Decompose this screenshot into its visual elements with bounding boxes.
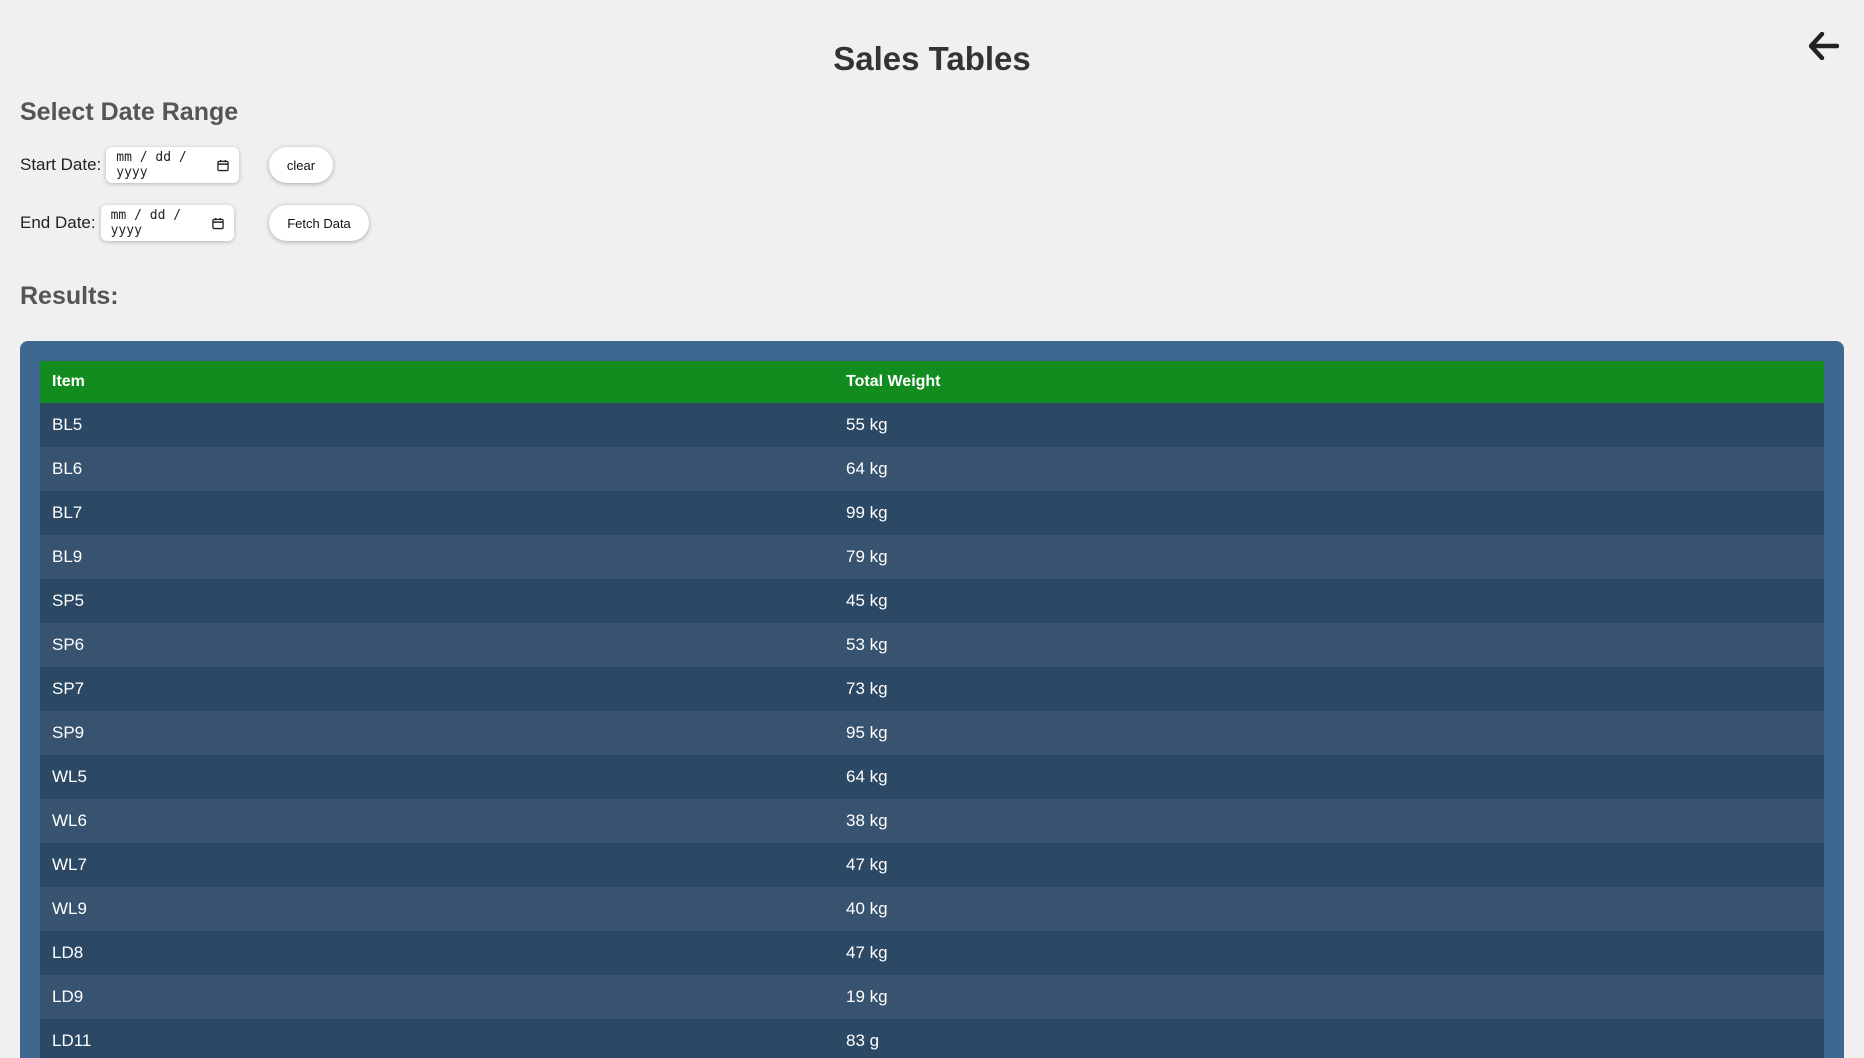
- item-cell: WL9: [40, 887, 834, 931]
- table-row: LD11 83 g: [40, 1019, 1824, 1058]
- weight-cell: 64 kg: [834, 755, 1824, 799]
- table-row: WL7 47 kg: [40, 843, 1824, 887]
- weight-cell: 73 kg: [834, 667, 1824, 711]
- weight-cell: 79 kg: [834, 535, 1824, 579]
- end-date-value: mm / dd / yyyy: [110, 208, 182, 238]
- weight-cell: 83 g: [834, 1019, 1824, 1058]
- weight-cell: 47 kg: [834, 843, 1824, 887]
- item-cell: BL6: [40, 447, 834, 491]
- table-row: WL9 40 kg: [40, 887, 1824, 931]
- item-cell: LD9: [40, 975, 834, 1019]
- column-header-item: Item: [40, 361, 834, 403]
- item-cell: WL6: [40, 799, 834, 843]
- table-row: SP7 73 kg: [40, 667, 1824, 711]
- table-row: SP6 53 kg: [40, 623, 1824, 667]
- item-cell: LD8: [40, 931, 834, 975]
- table-row: BL7 99 kg: [40, 491, 1824, 535]
- calendar-icon[interactable]: [211, 217, 224, 230]
- item-cell: BL5: [40, 403, 834, 447]
- page-title: Sales Tables: [833, 40, 1031, 77]
- end-date-label: End Date:: [20, 213, 96, 232]
- results-panel: Item Total Weight BL5 55 kg BL6 64 kg BL7 9…: [20, 341, 1844, 1058]
- weight-cell: 40 kg: [834, 887, 1824, 931]
- weight-cell: 64 kg: [834, 447, 1824, 491]
- table-row: WL6 38 kg: [40, 799, 1824, 843]
- start-date-input[interactable]: mm / dd / yyyy: [106, 147, 240, 183]
- start-date-label: Start Date:: [20, 155, 102, 174]
- table-row: BL6 64 kg: [40, 447, 1824, 491]
- table-row: SP5 45 kg: [40, 579, 1824, 623]
- page: Sales Tables Select Date Range Start Dat…: [0, 0, 1864, 1058]
- item-cell: SP7: [40, 667, 834, 711]
- weight-cell: 19 kg: [834, 975, 1824, 1019]
- weight-cell: 55 kg: [834, 403, 1824, 447]
- item-cell: SP5: [40, 579, 834, 623]
- table-row: BL5 55 kg: [40, 403, 1824, 447]
- item-cell: SP6: [40, 623, 834, 667]
- item-cell: BL7: [40, 491, 834, 535]
- table-row: LD8 47 kg: [40, 931, 1824, 975]
- item-cell: LD11: [40, 1019, 834, 1058]
- results-heading: Results:: [20, 282, 119, 310]
- weight-cell: 99 kg: [834, 491, 1824, 535]
- fetch-data-button[interactable]: Fetch Data: [269, 205, 369, 241]
- item-cell: WL7: [40, 843, 834, 887]
- table-header-row: Item Total Weight: [40, 361, 1824, 403]
- start-date-value: mm / dd / yyyy: [116, 150, 187, 180]
- weight-cell: 45 kg: [834, 579, 1824, 623]
- start-date-row: Start Date: mm / dd / yyyy: [20, 145, 240, 185]
- weight-cell: 53 kg: [834, 623, 1824, 667]
- sales-table: Item Total Weight BL5 55 kg BL6 64 kg BL7 9…: [40, 361, 1824, 1058]
- weight-cell: 38 kg: [834, 799, 1824, 843]
- column-header-total-weight: Total Weight: [834, 361, 1824, 403]
- date-range-heading: Select Date Range: [20, 98, 239, 126]
- item-cell: SP9: [40, 711, 834, 755]
- table-row: LD9 19 kg: [40, 975, 1824, 1019]
- calendar-icon[interactable]: [217, 159, 229, 172]
- item-cell: BL9: [40, 535, 834, 579]
- weight-cell: 47 kg: [834, 931, 1824, 975]
- table-row: SP9 95 kg: [40, 711, 1824, 755]
- table-row: BL9 79 kg: [40, 535, 1824, 579]
- table-row: WL5 64 kg: [40, 755, 1824, 799]
- clear-button[interactable]: clear: [269, 147, 333, 183]
- end-date-input[interactable]: mm / dd / yyyy: [100, 205, 234, 241]
- end-date-row: End Date: mm / dd / yyyy: [20, 203, 234, 243]
- item-cell: WL5: [40, 755, 834, 799]
- weight-cell: 95 kg: [834, 711, 1824, 755]
